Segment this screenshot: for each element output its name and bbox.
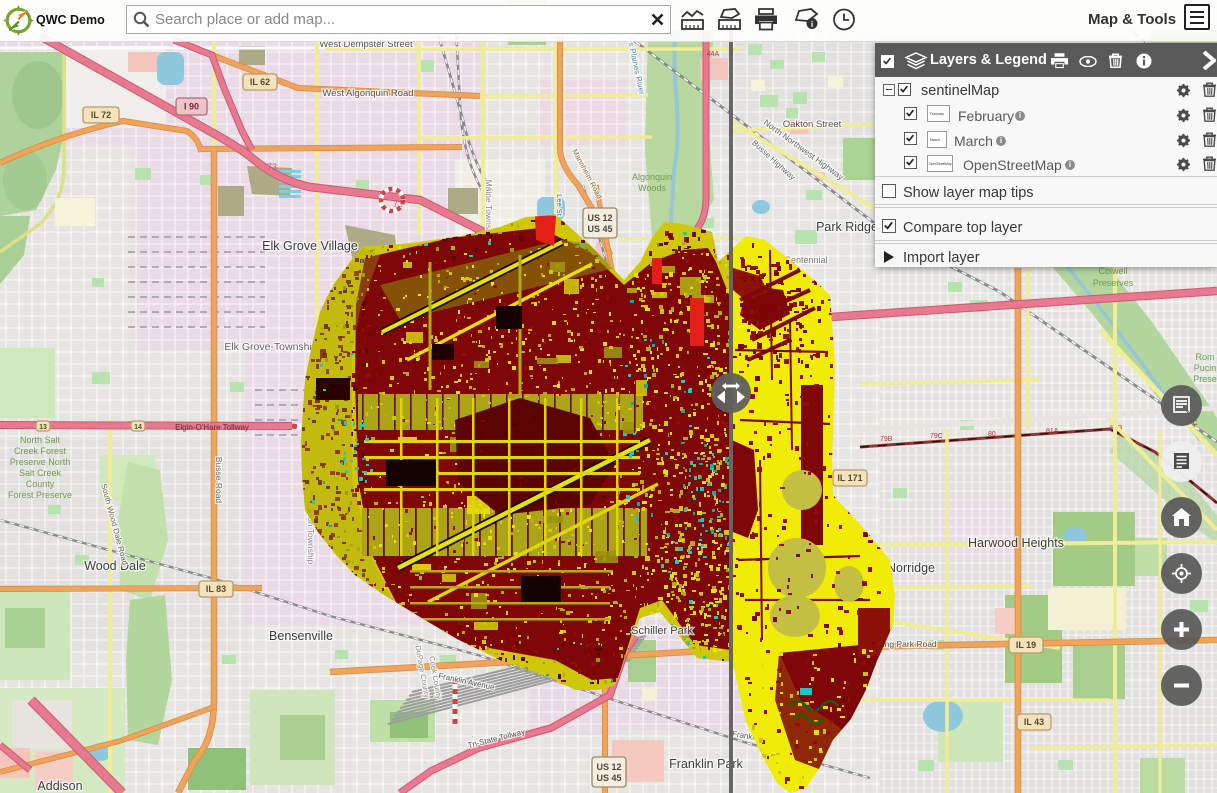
svg-text:IL 43: IL 43 <box>1024 717 1044 727</box>
svg-text:US 45: US 45 <box>587 224 612 234</box>
svg-text:Prese: Prese <box>1193 374 1217 384</box>
svg-text:IL 171: IL 171 <box>837 473 862 483</box>
svg-text:Preserve North: Preserve North <box>10 457 71 467</box>
svg-text:81A: 81A <box>1046 428 1059 435</box>
svg-text:Wood Dale: Wood Dale <box>84 559 146 573</box>
svg-text:Elk Grove-Township: Elk Grove-Township <box>224 341 318 353</box>
svg-text:IL 62: IL 62 <box>250 77 270 87</box>
svg-text:Forest Preserve: Forest Preserve <box>8 490 72 500</box>
svg-text:IL 19: IL 19 <box>1016 640 1036 650</box>
svg-text:Oakton Street: Oakton Street <box>783 119 842 130</box>
svg-text:US 12: US 12 <box>596 762 621 772</box>
svg-text:Addison: Addison <box>37 779 82 793</box>
svg-text:IL 83: IL 83 <box>206 584 226 594</box>
svg-text:Harwood Heights: Harwood Heights <box>968 536 1064 550</box>
svg-text:79B: 79B <box>880 436 893 443</box>
svg-text:73: 73 <box>267 162 277 172</box>
svg-text:US 12: US 12 <box>587 213 612 223</box>
svg-text:Rom: Rom <box>1195 352 1214 362</box>
svg-text:West Algonquin Road: West Algonquin Road <box>322 88 413 99</box>
svg-text:73: 73 <box>393 199 403 209</box>
svg-text:Norridge: Norridge <box>887 561 935 575</box>
svg-text:Colwell: Colwell <box>1098 266 1127 276</box>
svg-text:Pucin: Pucin <box>1194 363 1217 373</box>
svg-text:i: i <box>811 19 813 29</box>
svg-text:I 90: I 90 <box>184 102 199 112</box>
svg-text:Elgin-O'Hare Tollway: Elgin-O'Hare Tollway <box>175 423 249 432</box>
svg-text:13: 13 <box>39 424 47 431</box>
svg-text:79C: 79C <box>930 433 943 440</box>
svg-text:Schiller Park: Schiller Park <box>631 625 693 637</box>
svg-text:Salt Creek: Salt Creek <box>19 468 62 478</box>
svg-text:US 45: US 45 <box>596 773 621 783</box>
svg-text:North Salt: North Salt <box>20 435 61 445</box>
svg-text:Algonquin: Algonquin <box>632 172 672 182</box>
svg-text:80: 80 <box>988 431 996 438</box>
svg-text:Preserves: Preserves <box>1093 278 1134 288</box>
svg-text:44A: 44A <box>707 51 720 58</box>
svg-text:Elk Grove Village: Elk Grove Village <box>262 239 358 253</box>
svg-text:Lee St: Lee St <box>555 194 564 217</box>
svg-text:14: 14 <box>134 424 142 431</box>
svg-text:County: County <box>26 479 55 489</box>
svg-text:Bensenville: Bensenville <box>269 629 333 643</box>
svg-text:Park Ridge: Park Ridge <box>816 220 878 234</box>
svg-text:Busse Road: Busse Road <box>214 457 224 504</box>
svg-text:Creek Forest: Creek Forest <box>14 446 67 456</box>
svg-text:Woods: Woods <box>638 183 666 193</box>
svg-text:IL 72: IL 72 <box>91 110 111 120</box>
